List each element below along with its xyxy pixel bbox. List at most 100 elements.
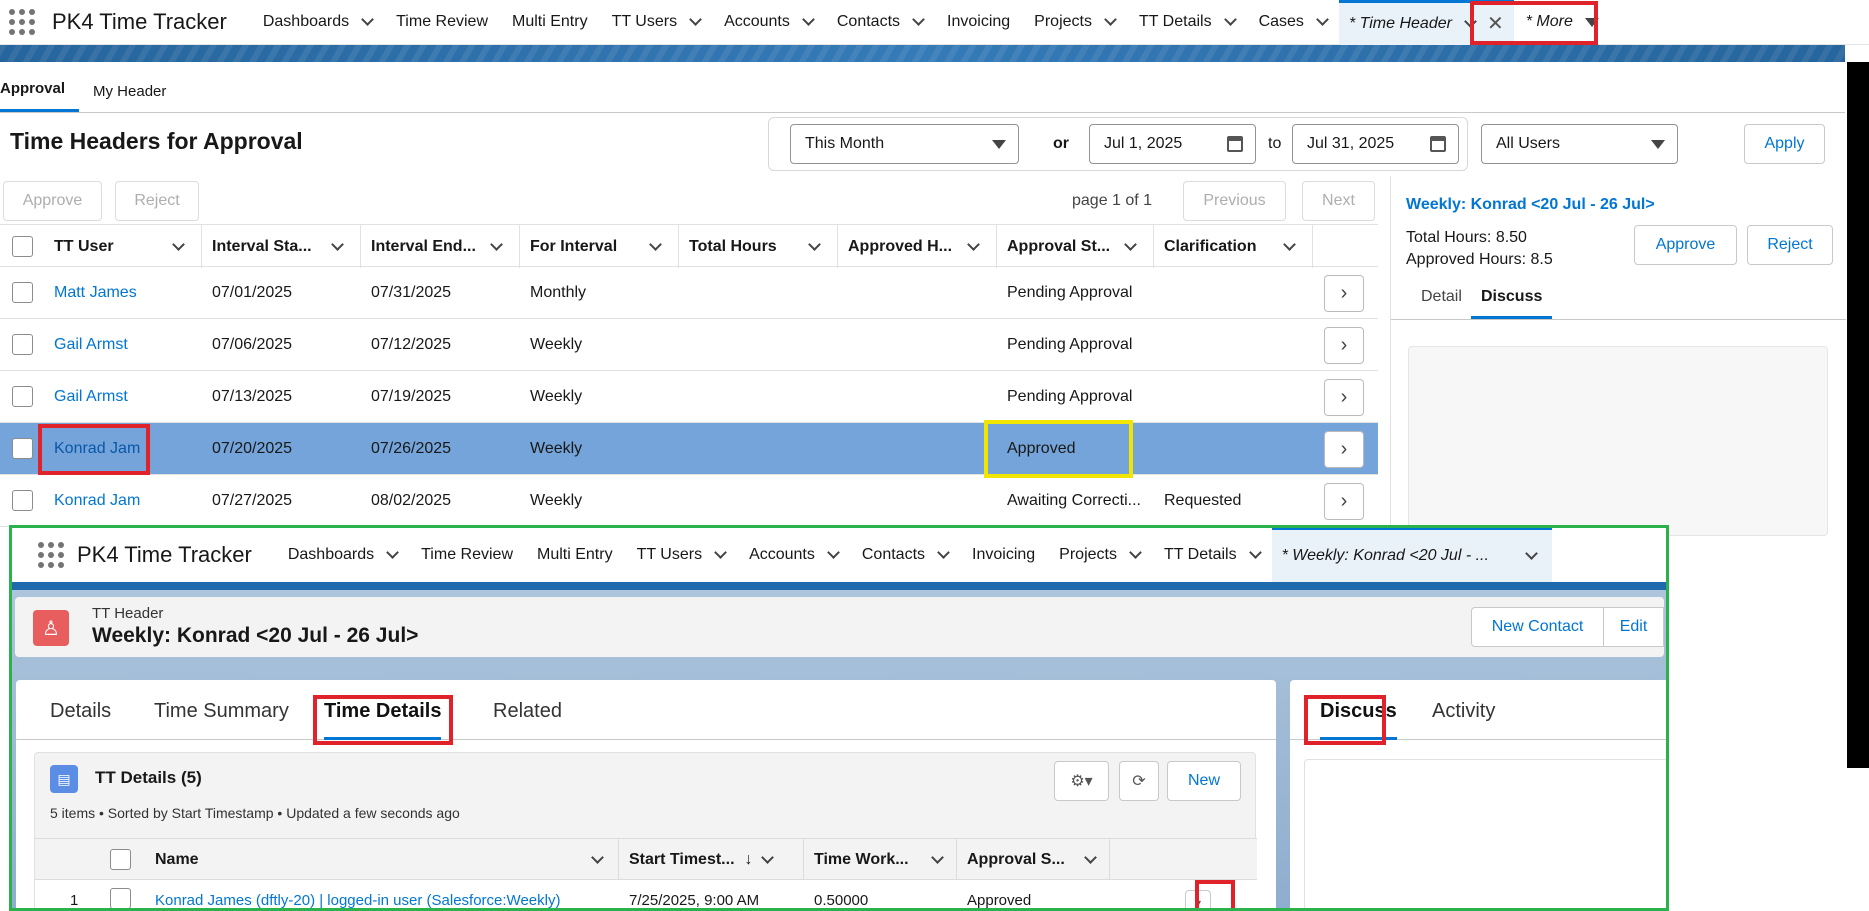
highlight-record-page [9, 525, 1669, 911]
table-row[interactable]: Konrad Jam 07/27/2025 08/02/2025 Weekly Awai… [0, 475, 1378, 527]
chevron-right-icon[interactable]: › [1324, 483, 1364, 520]
calendar-icon[interactable] [1227, 136, 1243, 152]
chevron-down-icon[interactable] [172, 237, 185, 251]
select-all-checkbox[interactable] [12, 236, 33, 257]
end-date-input[interactable]: Jul 31, 2025 [1292, 124, 1459, 164]
chevron-right-icon[interactable]: › [1324, 431, 1364, 468]
cell-end: 07/26/2025 [371, 440, 452, 457]
panel-tab-discuss[interactable]: Discuss [1471, 288, 1553, 319]
cell-status: Pending Approval [1007, 284, 1133, 301]
chevron-down-icon[interactable] [967, 237, 980, 251]
nav-item-tt-users[interactable]: TT Users [600, 0, 712, 45]
edge-bar [1847, 62, 1869, 768]
cell-interval: Weekly [530, 336, 583, 353]
to-label: to [1268, 135, 1282, 152]
column-label: For Interval [530, 237, 618, 255]
column-header[interactable]: Approval St... [997, 225, 1154, 268]
panel-approve-button[interactable]: Approve [1634, 225, 1737, 265]
detail-title[interactable]: Weekly: Konrad <20 Jul - 26 Jul> [1406, 196, 1655, 214]
cell-user[interactable]: Matt James [54, 267, 137, 319]
subtabs: Approval My Header [0, 63, 1845, 113]
cell-interval: Weekly [530, 440, 583, 457]
cell-user[interactable]: Gail Armst [54, 319, 128, 371]
nav-label: Cases [1258, 13, 1304, 30]
cell-end: 07/19/2025 [371, 388, 452, 405]
reject-button[interactable]: Reject [115, 181, 199, 221]
cell-clar: Requested [1164, 492, 1242, 509]
chevron-right-icon[interactable]: › [1324, 379, 1364, 416]
row-checkbox[interactable] [12, 438, 33, 459]
chevron-down-icon[interactable] [802, 13, 815, 26]
table-row[interactable]: Matt James 07/01/2025 07/31/2025 Monthly Pen… [0, 267, 1378, 319]
column-label: Approval St... [1007, 237, 1111, 255]
start-date-input[interactable]: Jul 1, 2025 [1089, 124, 1256, 164]
approved-hours: Approved Hours: 8.5 [1406, 251, 1553, 268]
row-checkbox[interactable] [12, 282, 33, 303]
chevron-right-icon[interactable]: › [1324, 327, 1364, 364]
app-launcher-icon[interactable] [8, 8, 36, 36]
chevron-down-icon[interactable] [689, 13, 702, 26]
next-button[interactable]: Next [1302, 181, 1375, 221]
cell-start: 07/13/2025 [212, 388, 293, 405]
chevron-down-icon[interactable] [1223, 13, 1237, 26]
nav-item-cases[interactable]: Cases [1247, 0, 1339, 45]
nav-label: Dashboards [262, 13, 350, 30]
column-header[interactable]: Clarification [1154, 225, 1313, 268]
cell-start: 07/06/2025 [212, 336, 293, 353]
cell-start: 07/27/2025 [212, 492, 293, 509]
nav-item-invoicing[interactable]: Invoicing [935, 0, 1022, 45]
chevron-down-icon[interactable] [1124, 237, 1137, 251]
subtab-my-header[interactable]: My Header [93, 83, 180, 112]
chevron-down-icon[interactable] [808, 237, 821, 251]
column-header[interactable]: TT User [44, 225, 202, 268]
cell-user[interactable]: Konrad Jam [54, 475, 140, 527]
chevron-down-icon[interactable] [649, 237, 662, 251]
row-checkbox[interactable] [12, 334, 33, 355]
chevron-down-icon[interactable] [912, 13, 925, 26]
panel-tabs: Detail Discuss [1391, 276, 1846, 320]
chevron-down-icon[interactable] [361, 13, 374, 26]
nav-item-multi-entry[interactable]: Multi Entry [500, 0, 600, 45]
column-header[interactable]: Total Hours [679, 225, 838, 268]
nav-item-time-review[interactable]: Time Review [384, 0, 500, 45]
cell-status: Pending Approval [1007, 336, 1133, 353]
column-header[interactable]: Interval End... [361, 225, 520, 268]
approve-button[interactable]: Approve [3, 181, 102, 221]
previous-button[interactable]: Previous [1183, 181, 1286, 221]
panel-tab-detail[interactable]: Detail [1421, 288, 1462, 306]
cell-interval: Weekly [530, 388, 583, 405]
column-label: Approved H... [848, 237, 953, 255]
chevron-down-icon[interactable] [1316, 13, 1329, 26]
nav-label: Multi Entry [512, 13, 588, 30]
nav-items: Dashboards Time Review Multi Entry TT Users… [251, 0, 1339, 45]
highlight-time-header-tab [1470, 1, 1598, 45]
table-row[interactable]: Gail Armst 07/06/2025 07/12/2025 Weekly Pend… [0, 319, 1378, 371]
panel-reject-button[interactable]: Reject [1747, 225, 1833, 265]
nav-item-accounts[interactable]: Accounts [712, 0, 825, 45]
apply-button[interactable]: Apply [1744, 124, 1825, 164]
row-checkbox[interactable] [12, 490, 33, 511]
table-row[interactable]: Gail Armst 07/13/2025 07/19/2025 Weekly Pend… [0, 371, 1378, 423]
nav-item-contacts[interactable]: Contacts [825, 0, 935, 45]
column-label: Interval Sta... [212, 237, 312, 255]
nav-item-dashboards[interactable]: Dashboards [251, 0, 384, 45]
table-row[interactable]: Konrad Jam 07/20/2025 07/26/2025 Weekly Appr… [0, 423, 1378, 475]
column-header[interactable]: For Interval [520, 225, 679, 268]
chevron-down-icon[interactable] [331, 237, 344, 251]
users-select[interactable]: All Users [1481, 124, 1678, 164]
chevron-down-icon[interactable] [1283, 237, 1296, 251]
page-title: Time Headers for Approval [10, 128, 303, 154]
column-header[interactable]: Interval Sta... [202, 225, 361, 268]
chevron-right-icon[interactable]: › [1324, 275, 1364, 312]
chevron-down-icon[interactable] [1104, 13, 1117, 26]
nav-item-tt-details[interactable]: TT Details [1127, 0, 1247, 45]
row-checkbox[interactable] [12, 386, 33, 407]
chevron-down-icon[interactable] [490, 237, 503, 251]
cell-user[interactable]: Gail Armst [54, 371, 128, 423]
subtab-approval[interactable]: Approval [0, 80, 80, 112]
nav-item-projects[interactable]: Projects [1022, 0, 1127, 45]
column-header[interactable]: Approved H... [838, 225, 997, 268]
calendar-icon[interactable] [1430, 136, 1446, 152]
detail-panel: Weekly: Konrad <20 Jul - 26 Jul> Total H… [1390, 176, 1846, 536]
period-select[interactable]: This Month [790, 124, 1019, 164]
